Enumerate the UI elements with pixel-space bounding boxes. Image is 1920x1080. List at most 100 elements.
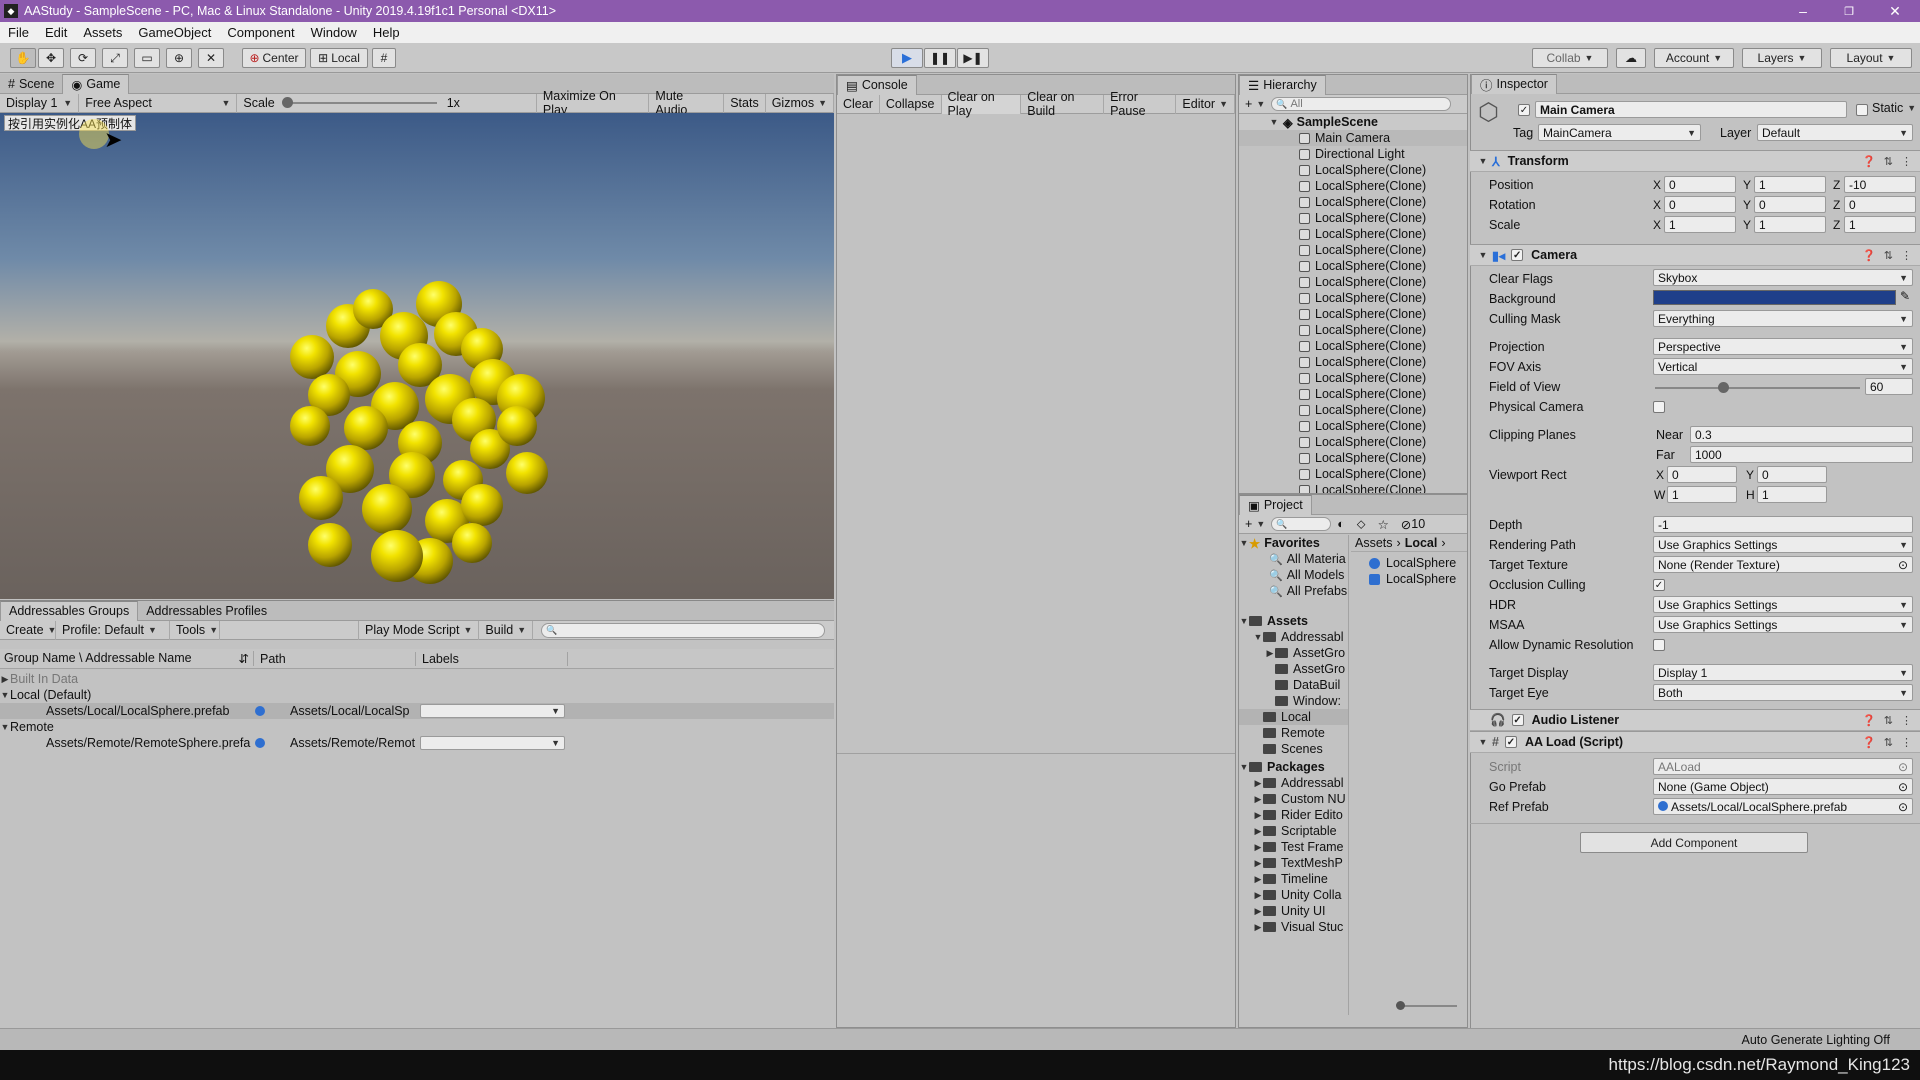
hierarchy-item-localsphere-clone[interactable]: LocalSphere(Clone) [1239,386,1467,402]
menu-file[interactable]: File [0,25,37,40]
hierarchy-item-localsphere-clone[interactable]: LocalSphere(Clone) [1239,178,1467,194]
camera-header[interactable]: ▼ ▮◂ ✓ Camera ❓ ⇅ ⋮ [1470,244,1920,266]
console-error-pause-button[interactable]: Error Pause [1104,90,1177,118]
column-labels[interactable]: Labels [416,651,568,666]
hierarchy-item-localsphere-clone[interactable]: LocalSphere(Clone) [1239,306,1467,322]
tools-dropdown[interactable]: Tools ▼ [170,620,220,640]
column-path[interactable]: Path [254,651,416,666]
play-button[interactable]: ▶ [891,48,923,68]
hierarchy-item-localsphere-clone[interactable]: LocalSphere(Clone) [1239,434,1467,450]
rect-tool-icon[interactable]: ▭ [134,48,160,68]
hierarchy-item-localsphere-clone[interactable]: LocalSphere(Clone) [1239,322,1467,338]
build-dropdown[interactable]: Build ▼ [479,620,534,640]
tab-game[interactable]: ◉ Game [62,73,130,94]
hierarchy-item-localsphere-clone[interactable]: LocalSphere(Clone) [1239,402,1467,418]
packages-header[interactable]: ▼ Packages [1239,759,1348,775]
fov-value-field[interactable]: 60 [1865,378,1913,395]
hierarchy-item-localsphere-clone[interactable]: LocalSphere(Clone) [1239,242,1467,258]
packages-item[interactable]: ▶ Visual Stuc [1239,919,1348,935]
minimize-button[interactable]: – [1780,0,1826,22]
filter-label-icon[interactable]: ⬦ [1351,515,1372,534]
console-clear-on-play-button[interactable]: Clear on Play [941,90,1022,118]
hierarchy-item-localsphere-clone[interactable]: LocalSphere(Clone) [1239,418,1467,434]
hdr-dropdown[interactable]: Use Graphics Settings ▼ [1653,596,1913,613]
help-icon[interactable]: ❓ [1862,736,1876,749]
viewport-x-field[interactable]: 0 [1667,466,1737,483]
group-built-in-data[interactable]: ▶ Built In Data [0,671,834,687]
move-tool-icon[interactable]: ✥ [38,48,64,68]
stats-button[interactable]: Stats [724,93,766,113]
breadcrumb-assets[interactable]: Assets [1355,536,1393,550]
transform-scale-x-field[interactable]: 1 [1664,216,1736,233]
custom-tool-icon[interactable]: ✕ [198,48,224,68]
audio-listener-enabled-checkbox[interactable]: ✓ [1511,714,1524,726]
static-dropdown[interactable]: Static ▼ [1872,101,1916,115]
menu-window[interactable]: Window [303,25,365,40]
preset-icon[interactable]: ⇅ [1884,155,1893,168]
menu-icon[interactable]: ⋮ [1901,736,1912,749]
hierarchy-add-button[interactable]: + ▼ [1239,95,1271,114]
far-field[interactable]: 1000 [1690,446,1913,463]
menu-component[interactable]: Component [219,25,302,40]
near-field[interactable]: 0.3 [1690,426,1913,443]
labels-dropdown-local[interactable]: ▼ [420,704,565,718]
assets-item[interactable]: Scenes [1239,741,1348,757]
create-dropdown[interactable]: Create ▼ [0,620,56,640]
transform-position-x-field[interactable]: 0 [1664,176,1736,193]
menu-icon[interactable]: ⋮ [1901,155,1912,168]
static-checkbox[interactable] [1856,104,1868,116]
go-prefab-field[interactable]: None (Game Object) ⊙ [1653,778,1913,795]
hand-tool-icon[interactable]: ✋ [10,48,36,68]
help-icon[interactable]: ❓ [1862,714,1876,727]
asset-file-localsphere-2[interactable]: LocalSphere [1351,571,1467,587]
assets-item[interactable]: ▼ Addressabl [1239,629,1348,645]
mute-audio-button[interactable]: Mute Audio [649,89,725,117]
transform-tool-icon[interactable]: ⊕ [166,48,192,68]
menu-icon[interactable]: ⋮ [1901,249,1912,262]
hierarchy-item-localsphere-clone[interactable]: LocalSphere(Clone) [1239,210,1467,226]
add-component-button[interactable]: Add Component [1580,832,1808,853]
object-name-field[interactable]: Main Camera [1535,101,1847,118]
packages-item[interactable]: ▶ Rider Edito [1239,807,1348,823]
pivot-center-button[interactable]: ⊕ Center [242,48,306,68]
aspect-dropdown[interactable]: Free Aspect ▼ [79,93,238,113]
object-picker-icon[interactable]: ⊙ [1898,558,1908,572]
hierarchy-item-localsphere-clone[interactable]: LocalSphere(Clone) [1239,162,1467,178]
transform-position-y-field[interactable]: 1 [1754,176,1826,193]
layer-dropdown[interactable]: Default ▼ [1757,124,1913,141]
packages-item[interactable]: ▶ TextMeshP [1239,855,1348,871]
profile-dropdown[interactable]: Profile: Default ▼ [56,620,170,640]
fov-axis-dropdown[interactable]: Vertical ▼ [1653,358,1913,375]
occlusion-culling-checkbox[interactable]: ✓ [1653,579,1665,591]
collab-button[interactable]: Collab ▼ [1532,48,1608,68]
hierarchy-item-localsphere-clone[interactable]: LocalSphere(Clone) [1239,274,1467,290]
group-remote[interactable]: ▼ Remote [0,719,834,735]
maximize-on-play-button[interactable]: Maximize On Play [535,89,650,117]
hierarchy-item-localsphere-clone[interactable]: LocalSphere(Clone) [1239,354,1467,370]
close-button[interactable]: ✕ [1872,0,1918,22]
physical-camera-checkbox[interactable] [1653,401,1665,413]
scene-root[interactable]: ▼ ◈ SampleScene [1239,114,1467,130]
breadcrumb-local[interactable]: Local [1405,536,1438,550]
rotate-tool-icon[interactable]: ⟳ [70,48,96,68]
transform-header[interactable]: ▼ ⅄ Transform ❓ ⇅ ⋮ [1470,150,1920,172]
cloud-icon[interactable]: ☁ [1616,48,1646,68]
pause-button[interactable]: ❚❚ [924,48,956,68]
transform-scale-y-field[interactable]: 1 [1754,216,1826,233]
help-icon[interactable]: ❓ [1862,155,1876,168]
transform-rotation-x-field[interactable]: 0 [1664,196,1736,213]
packages-item[interactable]: ▶ Timeline [1239,871,1348,887]
eyedropper-icon[interactable]: ✎ [1900,289,1910,303]
hierarchy-item-localsphere-clone[interactable]: LocalSphere(Clone) [1239,482,1467,493]
preset-icon[interactable]: ⇅ [1884,714,1893,727]
console-clear-button[interactable]: Clear [837,94,880,114]
favorites-item[interactable]: 🔍 All Prefabs [1239,583,1348,599]
clear-flags-dropdown[interactable]: Skybox ▼ [1653,269,1913,286]
hierarchy-item-localsphere-clone[interactable]: LocalSphere(Clone) [1239,194,1467,210]
hierarchy-item-localsphere-clone[interactable]: LocalSphere(Clone) [1239,370,1467,386]
entry-local-sphere[interactable]: Assets/Local/LocalSphere.prefab Assets/L… [0,703,834,719]
hierarchy-search-input[interactable]: 🔍 All [1271,97,1452,111]
menu-edit[interactable]: Edit [37,25,75,40]
console-clear-on-build-button[interactable]: Clear on Build [1021,90,1105,118]
addressables-search-input[interactable]: 🔍 [541,622,826,638]
